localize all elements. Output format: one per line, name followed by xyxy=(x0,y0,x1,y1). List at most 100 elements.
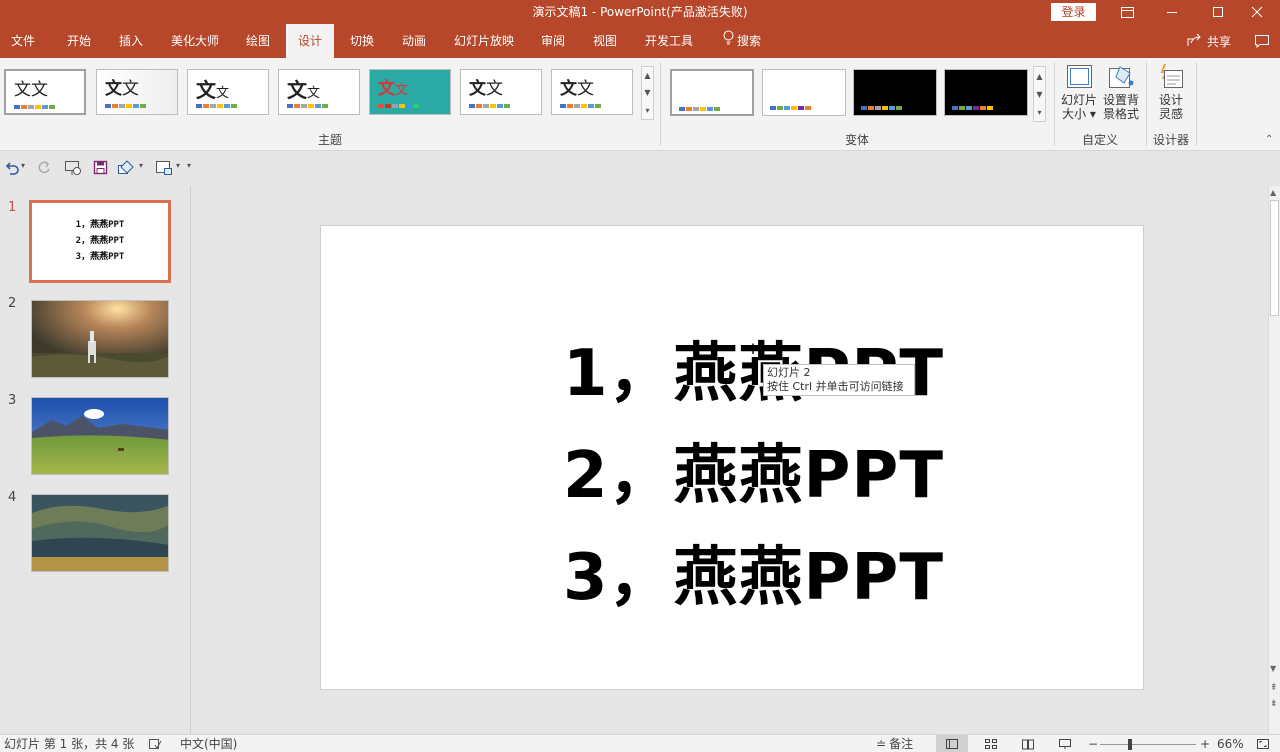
login-button[interactable]: 登录 xyxy=(1051,3,1096,21)
tab-slideshow[interactable]: 幻灯片放映 xyxy=(448,24,520,58)
lightbulb-icon xyxy=(723,24,734,58)
designer-group-label: 设计器 xyxy=(1152,133,1189,147)
language-status[interactable]: 中文(中国) xyxy=(180,735,237,752)
title-bar: 演示文稿1 - PowerPoint(产品激活失败) 登录 xyxy=(0,0,1280,24)
tab-developer[interactable]: 开发工具 xyxy=(638,24,700,58)
slides-thumbnail-panel: 1 1，燕燕PPT 2，燕燕PPT 3，燕燕PPT 2 3 4 xyxy=(0,186,191,734)
scroll-up-icon[interactable]: ▲ xyxy=(1270,188,1276,197)
tab-file[interactable]: 文件 xyxy=(4,24,42,58)
next-slide-icon[interactable]: ⇟ xyxy=(1270,699,1278,709)
normal-view-icon[interactable] xyxy=(936,735,968,752)
tab-beautify-master[interactable]: 美化大师 xyxy=(164,24,226,58)
tab-draw[interactable]: 绘图 xyxy=(239,24,277,58)
gallery-more-icon[interactable]: ▾ xyxy=(1037,108,1041,117)
slide-size-button[interactable]: 幻灯片 大小 ▾ xyxy=(1058,63,1100,127)
scroll-up-icon[interactable]: ▲ xyxy=(1036,72,1042,81)
spell-check-icon[interactable] xyxy=(148,735,162,752)
scroll-up-icon[interactable]: ▲ xyxy=(644,71,650,80)
theme-7[interactable]: 文文 xyxy=(551,69,633,115)
share-button[interactable]: 共享 xyxy=(1186,24,1231,58)
start-from-beginning-icon[interactable] xyxy=(64,160,82,179)
zoom-out-icon[interactable]: − xyxy=(1088,735,1098,752)
undo-dropdown-icon[interactable]: ▾ xyxy=(21,161,25,170)
tab-insert[interactable]: 插入 xyxy=(112,24,150,58)
design-ideas-icon xyxy=(1156,63,1186,93)
slide-canvas[interactable]: 1，燕燕PPT 2，燕燕PPT 3，燕燕PPT xyxy=(320,225,1144,690)
variant-1[interactable] xyxy=(670,69,754,116)
slide-thumbnail-4[interactable] xyxy=(31,494,169,572)
close-icon[interactable] xyxy=(1234,0,1280,24)
themes-gallery-scroll[interactable]: ▲ ▼ ▾ xyxy=(641,66,654,120)
fit-to-window-icon[interactable] xyxy=(1256,735,1270,752)
ribbon-display-options-icon[interactable] xyxy=(1104,0,1150,24)
theme-office[interactable]: 文文 xyxy=(4,69,86,115)
theme-4[interactable]: 文文 xyxy=(278,69,360,115)
variant-3[interactable] xyxy=(853,69,937,116)
quick-access-toolbar: ▾ ▾ ▾ ▾ xyxy=(0,152,1280,186)
design-ideas-button[interactable]: 设计 灵感 xyxy=(1150,63,1192,127)
slide-thumbnail-3[interactable] xyxy=(31,397,169,475)
theme-3[interactable]: 文文 xyxy=(187,69,269,115)
slide-text-line-3[interactable]: 3，燕燕PPT xyxy=(563,526,944,618)
scroll-down-icon[interactable]: ▼ xyxy=(1036,90,1042,99)
theme-6[interactable]: 文文 xyxy=(460,69,542,115)
slide-number: 1 xyxy=(8,200,17,215)
zoom-slider-track[interactable] xyxy=(1100,744,1196,745)
status-bar: 幻灯片 第 1 张，共 4 张 中文(中国) ≐ 备注 − + 66% xyxy=(0,734,1280,752)
horse-at-sunset-photo xyxy=(32,301,168,377)
collapse-ribbon-icon[interactable]: ⌃ xyxy=(1265,134,1273,145)
notes-button[interactable]: ≐ 备注 xyxy=(876,735,913,752)
format-background-button[interactable]: 设置背 景格式 xyxy=(1100,63,1142,127)
slideshow-view-icon[interactable] xyxy=(1058,735,1072,752)
undo-icon[interactable] xyxy=(4,161,20,178)
notes-icon: ≐ xyxy=(876,737,887,751)
new-slide-icon[interactable] xyxy=(155,160,173,179)
tab-design[interactable]: 设计 xyxy=(286,24,334,58)
redo-icon[interactable] xyxy=(37,160,51,178)
shape-icon[interactable] xyxy=(117,160,135,179)
zoom-slider-thumb[interactable] xyxy=(1128,739,1132,750)
zoom-level[interactable]: 66% xyxy=(1217,735,1244,752)
comments-icon[interactable] xyxy=(1254,34,1270,51)
slide-count-status: 幻灯片 第 1 张，共 4 张 xyxy=(4,737,135,751)
slide-sorter-view-icon[interactable] xyxy=(984,735,998,752)
ribbon-tab-bar: 文件 开始 插入 美化大师 绘图 设计 切换 动画 幻灯片放映 审阅 视图 开发… xyxy=(0,24,1280,58)
new-slide-dropdown-icon[interactable]: ▾ xyxy=(176,161,180,170)
variant-2[interactable] xyxy=(762,69,846,116)
zoom-in-icon[interactable]: + xyxy=(1200,735,1210,752)
theme-teal[interactable]: 文文 xyxy=(369,69,451,115)
shape-dropdown-icon[interactable]: ▾ xyxy=(139,161,143,170)
notes-label: 备注 xyxy=(889,737,914,751)
variants-gallery-scroll[interactable]: ▲ ▼ ▾ xyxy=(1033,66,1046,122)
tab-animations[interactable]: 动画 xyxy=(395,24,433,58)
tell-me-search[interactable]: 搜索 xyxy=(716,24,768,58)
reading-view-icon[interactable] xyxy=(1021,735,1035,752)
search-label: 搜索 xyxy=(736,34,761,48)
themes-group-label: 主题 xyxy=(317,133,342,147)
previous-slide-icon[interactable]: ⇞ xyxy=(1270,683,1278,693)
thumb-line: 1，燕燕PPT xyxy=(75,220,125,230)
scroll-down-icon[interactable]: ▼ xyxy=(1270,664,1276,673)
slide-text-line-2[interactable]: 2，燕燕PPT xyxy=(563,424,944,516)
slide-size-icon xyxy=(1064,63,1094,93)
scroll-down-icon[interactable]: ▼ xyxy=(644,88,650,97)
minimize-icon[interactable] xyxy=(1149,0,1195,24)
scrollbar-thumb[interactable] xyxy=(1270,200,1279,316)
variant-4[interactable] xyxy=(944,69,1028,116)
vertical-scrollbar[interactable]: ▲ ▼ ⇞ ⇟ xyxy=(1268,186,1280,734)
tab-view[interactable]: 视图 xyxy=(586,24,624,58)
share-icon xyxy=(1186,33,1202,50)
save-icon[interactable] xyxy=(93,160,108,178)
slide-thumbnail-1[interactable]: 1，燕燕PPT 2，燕燕PPT 3，燕燕PPT xyxy=(29,200,171,283)
customize-qat-icon[interactable]: ▾ xyxy=(187,161,191,170)
customize-group-label: 自定义 xyxy=(1081,133,1118,147)
mountain-grassland-photo xyxy=(32,398,168,474)
theme-office-2[interactable]: 文文 xyxy=(96,69,178,115)
tab-home[interactable]: 开始 xyxy=(60,24,98,58)
thumb-line: 2，燕燕PPT xyxy=(75,236,125,246)
slide-thumbnail-2[interactable] xyxy=(31,300,169,378)
gallery-more-icon[interactable]: ▾ xyxy=(645,106,649,115)
tab-review[interactable]: 审阅 xyxy=(534,24,572,58)
variants-group-label: 变体 xyxy=(844,133,869,147)
tab-transitions[interactable]: 切换 xyxy=(343,24,381,58)
